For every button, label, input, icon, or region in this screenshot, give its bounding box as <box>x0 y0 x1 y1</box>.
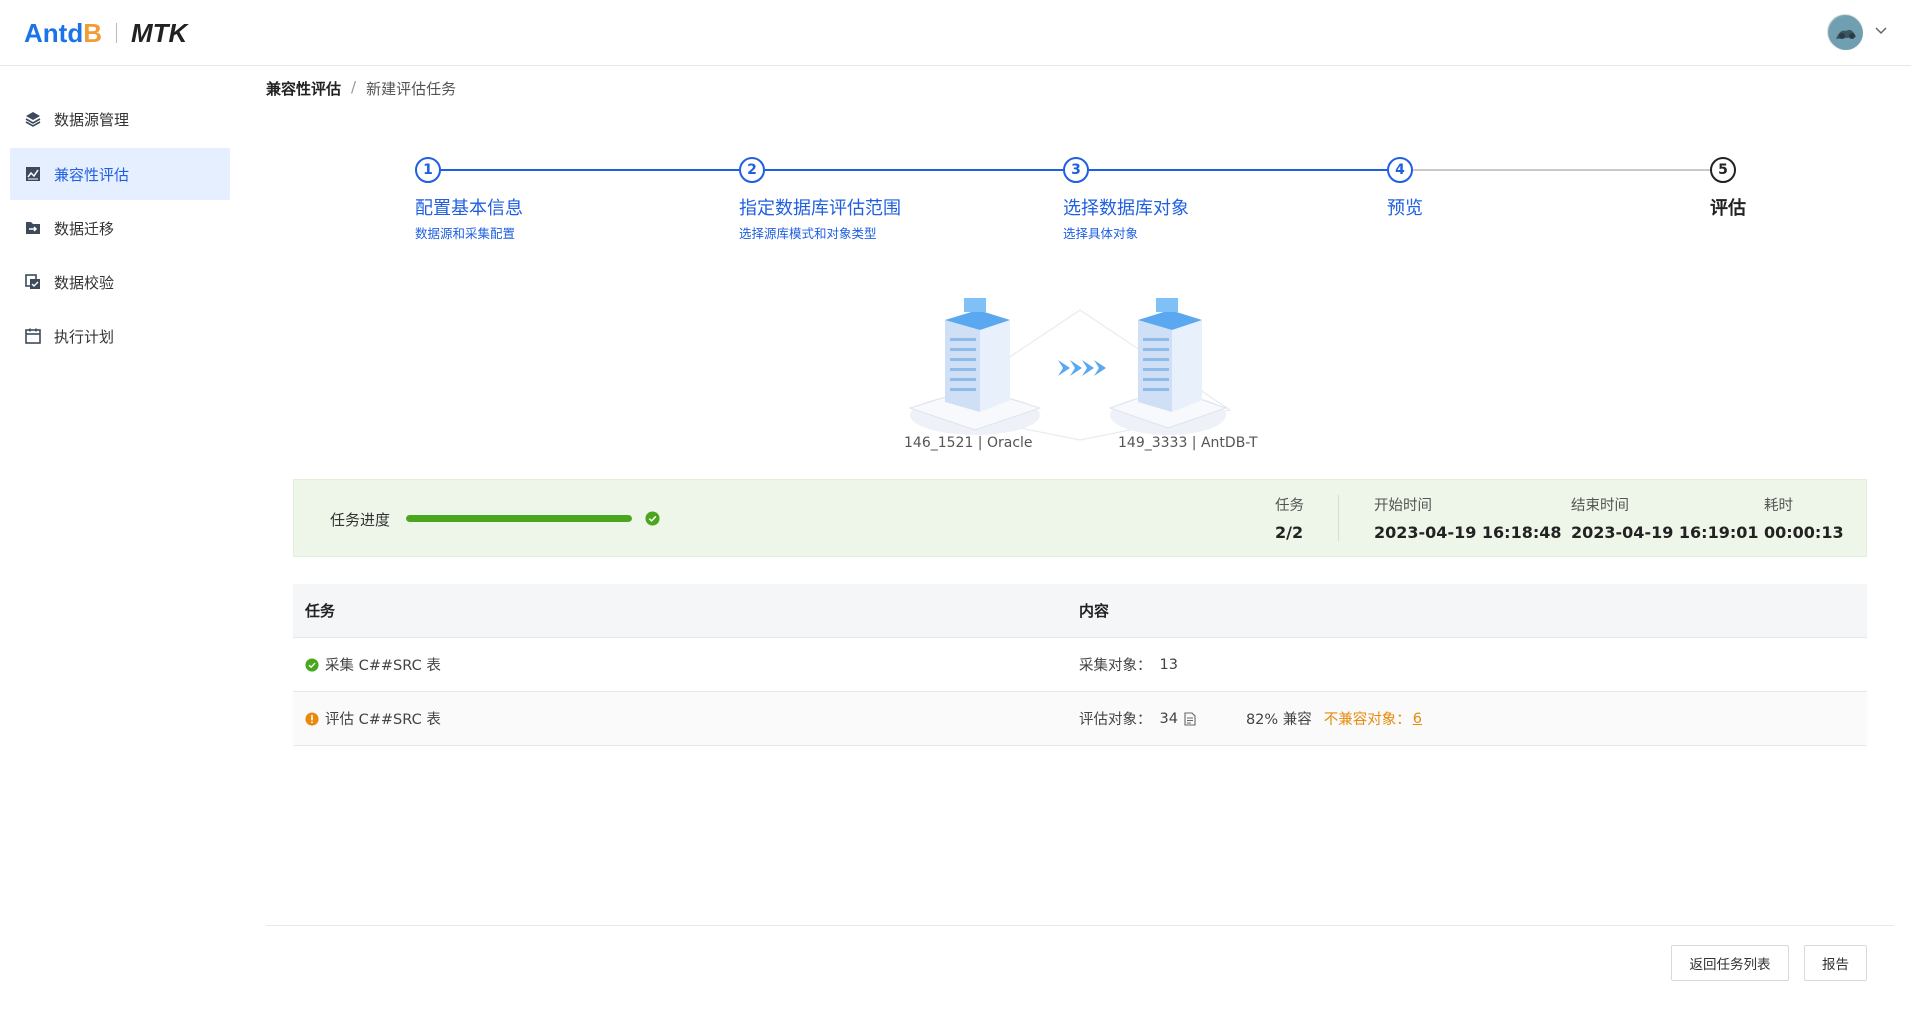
content-label: 采集对象： <box>1079 658 1152 674</box>
step-5-title: 评估 <box>1710 198 1746 219</box>
sidebar-item-validation[interactable]: 数据校验 <box>10 256 230 308</box>
step-3-desc: 选择具体对象 <box>1063 226 1139 241</box>
content-value: 34 <box>1159 710 1178 727</box>
step-2-title: 指定数据库评估范围 <box>739 198 901 219</box>
source-db-label: 146_1521 | Oracle <box>904 435 1033 451</box>
step-connector <box>1089 169 1387 171</box>
breadcrumb: 兼容性评估 / 新建评估任务 <box>266 78 456 99</box>
step-2-desc: 选择源库模式和对象类型 <box>739 226 877 241</box>
stat-value: 00:00:13 <box>1764 523 1844 542</box>
breadcrumb-separator: / <box>351 78 357 96</box>
steps-bar: 1 配置基本信息 数据源和采集配置 2 指定数据库评估范围 选择源库模式和对象类… <box>0 155 1911 255</box>
warning-icon <box>305 711 319 726</box>
content-value: 13 <box>1159 656 1178 673</box>
stat-end-time: 结束时间 2023-04-19 16:19:01 <box>1571 494 1759 542</box>
sidebar-item-label: 数据源管理 <box>54 110 130 129</box>
step-1-title: 配置基本信息 <box>415 198 523 219</box>
stat-tasks: 任务 2/2 <box>1275 494 1304 542</box>
stat-divider <box>1338 495 1339 541</box>
progress-label: 任务进度 <box>330 511 391 529</box>
source-server-icon <box>908 298 1042 435</box>
step-connector <box>765 169 1063 171</box>
progress-panel: 任务进度 任务 2/2 开始时间 2023-04-19 16:18:48 结束时… <box>293 479 1867 557</box>
logo-divider <box>115 23 117 43</box>
document-icon[interactable] <box>1184 711 1196 726</box>
step-3-circle: 3 <box>1063 157 1089 183</box>
layers-icon <box>24 110 42 128</box>
breadcrumb-parent[interactable]: 兼容性评估 <box>266 78 341 99</box>
task-name: 采集 C##SRC 表 <box>325 658 441 674</box>
breadcrumb-current: 新建评估任务 <box>366 80 457 98</box>
app-logo[interactable]: AntdB MTK <box>24 18 187 48</box>
stat-key: 任务 <box>1275 498 1304 514</box>
stat-value: 2/2 <box>1275 523 1304 542</box>
chevron-down-icon[interactable] <box>1873 22 1889 38</box>
target-server-icon <box>1108 298 1228 435</box>
stat-key: 开始时间 <box>1374 498 1432 514</box>
column-header-task: 任务 <box>305 602 336 620</box>
step-connector <box>441 169 739 171</box>
column-header-content: 内容 <box>1079 602 1110 620</box>
table-row: 评估 C##SRC 表 评估对象： 34 82% 兼容 不兼容对象： 6 <box>293 692 1867 746</box>
task-table: 任务 内容 采集 C##SRC 表 采集对象： 13 评估 C##SRC 表 评… <box>293 584 1867 746</box>
footer-divider <box>266 925 1894 926</box>
stat-value: 2023-04-19 16:19:01 <box>1571 523 1759 542</box>
step-1-desc: 数据源和采集配置 <box>415 226 516 241</box>
sidebar-item-datasource[interactable]: 数据源管理 <box>10 93 230 145</box>
sidebar-item-label: 执行计划 <box>54 327 115 346</box>
success-icon <box>305 657 319 672</box>
content-label: 评估对象： <box>1079 712 1152 728</box>
top-header: AntdB MTK <box>0 0 1911 66</box>
calendar-icon <box>24 327 42 345</box>
incompat-count-link[interactable]: 6 <box>1413 711 1422 727</box>
step-2-circle: 2 <box>739 157 765 183</box>
stat-value: 2023-04-19 16:18:48 <box>1374 523 1562 542</box>
target-db-label: 149_3333 | AntDB-T <box>1118 435 1258 451</box>
step-5-circle: 5 <box>1710 157 1736 183</box>
sidebar-item-label: 数据校验 <box>54 273 115 292</box>
check-circle-icon <box>645 511 660 526</box>
stat-key: 结束时间 <box>1571 498 1629 514</box>
incompat-label: 不兼容对象： <box>1323 712 1411 728</box>
sidebar-item-plan[interactable]: 执行计划 <box>10 310 230 362</box>
table-header: 任务 内容 <box>293 584 1867 638</box>
progress-bar <box>406 515 632 522</box>
stat-start-time: 开始时间 2023-04-19 16:18:48 <box>1374 494 1562 542</box>
step-4-circle: 4 <box>1387 157 1413 183</box>
step-4-title: 预览 <box>1387 198 1423 219</box>
logo-product: MTK <box>130 17 188 48</box>
step-1-circle: 1 <box>415 157 441 183</box>
task-name: 评估 C##SRC 表 <box>325 712 441 728</box>
stat-duration: 耗时 00:00:13 <box>1764 494 1844 542</box>
content-cell: 评估对象： 34 82% 兼容 不兼容对象： 6 <box>1079 708 1867 729</box>
back-to-list-button[interactable]: 返回任务列表 <box>1671 945 1789 981</box>
progress-fill <box>406 515 632 522</box>
migration-illustration <box>908 298 1232 441</box>
step-connector <box>1413 169 1710 171</box>
copy-check-icon <box>24 273 42 291</box>
task-cell: 评估 C##SRC 表 <box>293 708 1079 729</box>
report-button[interactable]: 报告 <box>1804 945 1867 981</box>
stat-key: 耗时 <box>1764 498 1793 514</box>
step-3-title: 选择数据库对象 <box>1063 198 1189 219</box>
compat-percent: 82% 兼容 <box>1245 712 1312 728</box>
migrate-arrows-icon <box>1058 360 1106 376</box>
logo-antdb: AntdB <box>24 17 102 48</box>
avatar-image-icon <box>1829 16 1863 50</box>
table-row: 采集 C##SRC 表 采集对象： 13 <box>293 638 1867 692</box>
content-cell: 采集对象： 13 <box>1079 654 1867 675</box>
avatar[interactable] <box>1827 14 1863 50</box>
task-cell: 采集 C##SRC 表 <box>293 654 1079 675</box>
